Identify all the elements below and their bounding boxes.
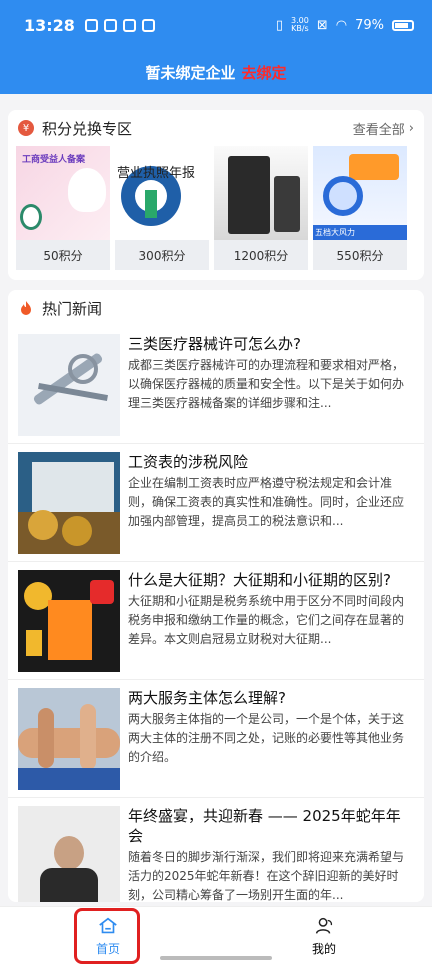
product-card[interactable]: 营业执照年报 300积分	[115, 146, 212, 270]
news-title: 年终盛宴，共迎新春 —— 2025年蛇年年会	[128, 807, 401, 845]
news-summary: 成都三类医疗器械许可的办理流程和要求相对严格，以确保医疗器械的质量和安全性。以下…	[128, 358, 405, 410]
product-card[interactable]: 1200积分	[214, 146, 311, 270]
news-item[interactable]: 什么是大征期？大征期和小征期的区别? 大征期和小征期是税务系统中用于区分不同时间…	[8, 562, 424, 680]
news-summary: 随着冬日的脚步渐行渐深，我们即将迎来充满希望与活力的2025年蛇年新春！在这个辞…	[128, 850, 405, 902]
news-title: 两大服务主体怎么理解?	[128, 689, 286, 707]
product-price: 50积分	[16, 240, 110, 270]
battery-percent: 79%	[355, 17, 384, 33]
app-notification-icon	[103, 18, 117, 32]
enterprise-bind-bar: 暂未绑定企业 去绑定	[0, 50, 432, 94]
points-section-title: 积分兑换专区	[42, 119, 133, 138]
tab-mine-label: 我的	[311, 941, 336, 956]
hot-news-card: 热门新闻 三类医疗器械许可怎么办? 成都三类医疗器械许可的办理流程和要求相对严格…	[8, 290, 424, 902]
product-image-text: 营业执照年报	[117, 166, 196, 181]
points-section-header: ¥ 积分兑换专区 查看全部 ›	[8, 110, 424, 146]
news-title: 工资表的涉税风险	[128, 453, 249, 471]
product-image-text: 五档大风力	[313, 225, 407, 240]
app-notification-icon	[84, 18, 98, 32]
news-title: 什么是大征期？大征期和小征期的区别?	[128, 571, 391, 589]
enterprise-status: 暂未绑定企业	[145, 63, 236, 82]
status-time: 13:28	[24, 15, 75, 35]
vibrate-icon: ▯	[275, 17, 284, 33]
news-title: 三类医疗器械许可怎么办?	[128, 335, 301, 353]
network-speed: 3.00 KB/s	[291, 17, 309, 33]
news-item[interactable]: 三类医疗器械许可怎么办? 成都三类医疗器械许可的办理流程和要求相对严格，以确保医…	[8, 326, 424, 444]
see-all-label: 查看全部	[352, 122, 405, 138]
news-thumbnail	[18, 570, 120, 672]
news-thumbnail	[18, 688, 120, 790]
product-card[interactable]: 五档大风力 550积分	[313, 146, 410, 270]
product-image: 五档大风力	[313, 146, 407, 240]
product-image-text: 工商受益人备案	[22, 155, 86, 165]
bind-enterprise-link[interactable]: 去绑定	[242, 62, 287, 83]
news-item[interactable]: 年终盛宴，共迎新春 —— 2025年蛇年年会 随着冬日的脚步渐行渐深，我们即将迎…	[8, 798, 424, 902]
product-list: 工商受益人备案 50积分 营业执照年报 300积分 1200积分 五档大风力 5…	[8, 146, 424, 270]
product-image: 营业执照年报	[115, 146, 209, 240]
points-exchange-card: ¥ 积分兑换专区 查看全部 › 工商受益人备案 50积分 营业执照年报 300积…	[8, 110, 424, 280]
user-icon	[315, 917, 333, 934]
flame-icon	[21, 301, 31, 315]
news-summary: 两大服务主体指的一个是公司，一个是个体，关于这两大主体的注册不同之处，记账的必要…	[128, 712, 405, 764]
wifi-icon: ◠	[335, 17, 348, 33]
product-price: 550积分	[313, 240, 407, 270]
speed-unit: KB/s	[291, 24, 309, 33]
yen-icon: ¥	[18, 120, 34, 136]
status-bar: 13:28 ▯ 3.00 KB/s ⊠ ◠ 79%	[0, 0, 432, 50]
news-section-header: 热门新闻	[8, 290, 424, 326]
news-thumbnail	[18, 334, 120, 436]
sim-icon: ⊠	[316, 17, 328, 33]
news-thumbnail	[18, 806, 120, 902]
product-price: 300积分	[115, 240, 209, 270]
product-card[interactable]: 工商受益人备案 50积分	[16, 146, 113, 270]
chevron-right-icon: ›	[408, 120, 414, 136]
product-image: 工商受益人备案	[16, 146, 110, 240]
news-item[interactable]: 两大服务主体怎么理解? 两大服务主体指的一个是公司，一个是个体，关于这两大主体的…	[8, 680, 424, 798]
see-all-button[interactable]: 查看全部 ›	[353, 119, 414, 138]
status-app-icons	[84, 18, 155, 32]
app-notification-icon	[122, 18, 136, 32]
app-notification-icon	[141, 18, 155, 32]
news-item[interactable]: 工资表的涉税风险 企业在编制工资表时应严格遵守税法规定和会计准则，确保工资表的真…	[8, 444, 424, 562]
home-tab-highlight	[74, 908, 140, 964]
battery-icon	[392, 19, 414, 31]
status-indicators: ▯ 3.00 KB/s ⊠ ◠ 79%	[276, 17, 414, 33]
news-summary: 大征期和小征期是税务系统中用于区分不同时间段内税务申报和缴纳工作量的概念，它们之…	[128, 594, 405, 646]
product-price: 1200积分	[214, 240, 308, 270]
product-image	[214, 146, 308, 240]
news-thumbnail	[18, 452, 120, 554]
home-indicator	[160, 956, 272, 960]
news-summary: 企业在编制工资表时应严格遵守税法规定和会计准则，确保工资表的真实性和准确性。同时…	[128, 476, 405, 528]
news-section-title: 热门新闻	[42, 299, 103, 318]
